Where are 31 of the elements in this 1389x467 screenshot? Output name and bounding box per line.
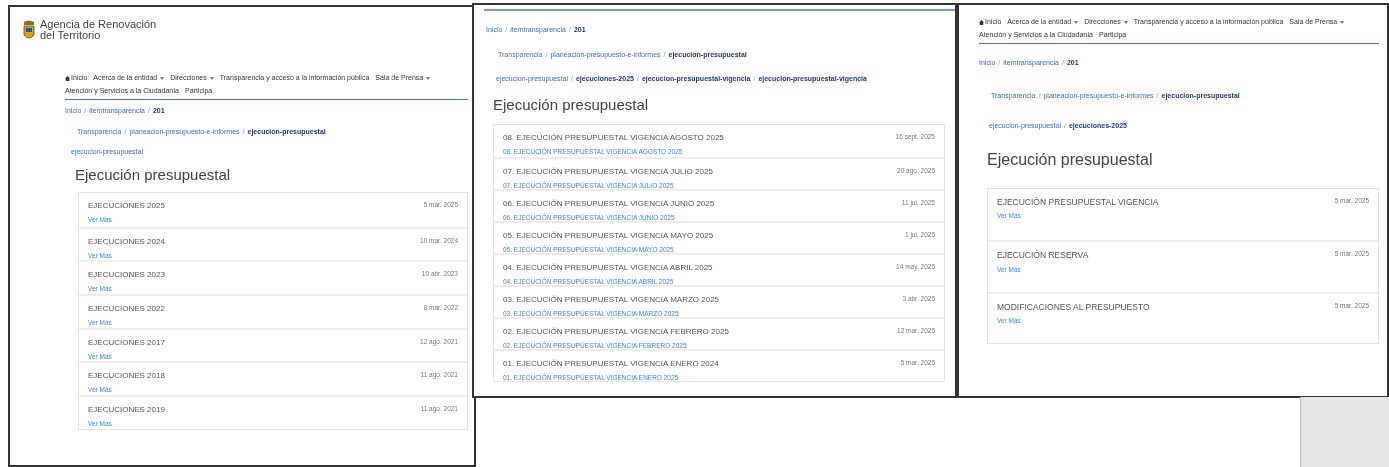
item-title: 01. EJECUCIÓN PRESUPUESTAL VIGENCIA ENERO 2024	[503, 358, 719, 370]
caret-icon	[426, 76, 431, 80]
item-title: 08. EJECUCIÓN PRESUPUESTAL VIGENCIA AGOSTO 2025	[503, 132, 724, 144]
page-heading: Ejecución presupuestal	[492, 94, 650, 115]
item-title: 05. EJECUCIÓN PRESUPUESTAL VIGENCIA MAYO 2025	[503, 230, 714, 242]
item-title: EJECUCIÓN RESERVA	[997, 249, 1089, 262]
caret-icon	[1123, 20, 1128, 24]
item-title: EJECUCIONES 2023	[88, 269, 165, 282]
item-title: EJECUCIONES 2018	[88, 370, 165, 383]
page-heading: Ejecución presupuestal	[74, 164, 232, 185]
home-icon	[979, 19, 984, 25]
caret-icon	[1340, 20, 1345, 24]
item-title: 02. EJECUCIÓN PRESUPUESTAL VIGENCIA FEBRERO 2025	[503, 326, 729, 338]
caret-icon	[1074, 20, 1079, 24]
caret-icon	[209, 76, 214, 80]
item-title: EJECUCIONES 2019	[88, 404, 165, 417]
item-title: 03. EJECUCIÓN PRESUPUESTAL VIGENCIA MARZO 2025	[503, 294, 720, 306]
item-title: 07. EJECUCIÓN PRESUPUESTAL VIGENCIA JULIO 2025	[503, 166, 713, 178]
item-title: 04. EJECUCIÓN PRESUPUESTAL VIGENCIA ABRIL 2025	[503, 262, 713, 274]
item-title: EJECUCIONES 2022	[88, 303, 165, 316]
item-title: EJECUCIONES 2024	[88, 235, 165, 248]
agency-name: del Territorio	[40, 30, 102, 41]
home-icon	[65, 75, 70, 81]
page-heading: Ejecución presupuestal	[986, 149, 1154, 170]
item-title: MODIFICACIONES AL PRESUPUESTO	[997, 300, 1150, 314]
caret-icon	[160, 76, 165, 80]
item-title: EJECUCIONES 2017	[88, 336, 165, 349]
agency-name: Agencia de Renovación	[40, 19, 157, 30]
item-title: 06. EJECUCIÓN PRESUPUESTAL VIGENCIA JUNIO 2025	[503, 198, 715, 210]
item-title: EJECUCIÓN PRESUPUESTAL VIGENCIA	[997, 195, 1159, 209]
item-title: EJECUCIONES 2025	[88, 200, 165, 212]
